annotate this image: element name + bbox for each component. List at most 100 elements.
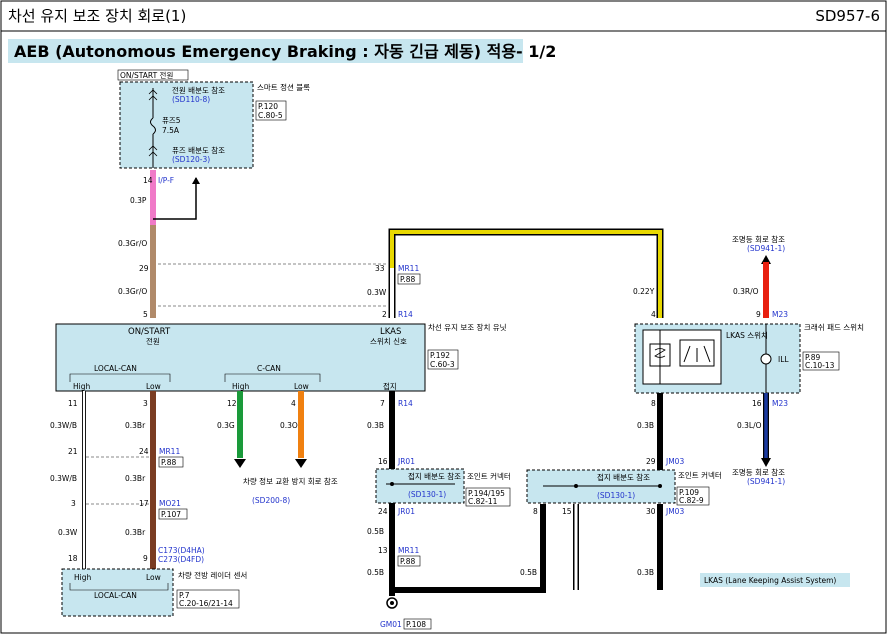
switch-unit: 크래쉬 패드 스위치 [804, 322, 864, 332]
fuse-box-mode: ON/START 전원 [120, 70, 173, 80]
unit-conn: C.60-3 [430, 360, 455, 369]
switch-name: LKAS 스위치 [726, 331, 768, 340]
jbox-right-conn: C.82-9 [679, 496, 704, 505]
ill-lamp [760, 353, 772, 365]
wire-0.3wb-1: 0.3W/B [50, 421, 77, 430]
fuse-name: 퓨즈5 [162, 116, 181, 125]
jbox-right-ref: (SD130-1) [597, 491, 635, 500]
ccan-ref: (SD200-8) [252, 496, 290, 505]
pin-14: 14 [143, 176, 153, 185]
wire-0.3gr-o-1: 0.3Gr/O [118, 239, 147, 248]
conn-r14: R14 [398, 310, 413, 319]
fuse-top-ref-label: 전원 배분도 참조 [172, 85, 225, 95]
jbox-right-name: 조인트 커넥터 [678, 470, 722, 480]
page-p108: P.108 [406, 620, 426, 629]
switch-pin29: 29 [646, 457, 656, 466]
jbox-left-name: 조인트 커넥터 [467, 471, 511, 481]
jbox-right-p15: 15 [562, 507, 572, 516]
header-title: 차선 유지 보조 장치 회로(1) [8, 7, 186, 25]
conn-gm01: GM01 [380, 620, 402, 629]
legend-text: LKAS (Lane Keeping Assist System) [704, 576, 836, 585]
unit-ground: 접지 [383, 382, 397, 391]
conn-c173: C173(D4HA) [158, 546, 205, 555]
pin-24: 24 [139, 447, 149, 456]
fuse-bottom-ref: (SD120-3) [172, 155, 210, 164]
ill-bottom-arrow [761, 458, 771, 467]
gnd-p88: P.88 [400, 557, 416, 566]
pin-24-gnd: 24 [378, 507, 388, 516]
pin-11: 11 [68, 399, 78, 408]
conn-m23b: M23 [772, 399, 788, 408]
wire-0.3br-2: 0.3Br [125, 474, 146, 483]
jbox-left-ref: (SD130-1) [408, 490, 446, 499]
pin-7: 7 [380, 399, 385, 408]
wire-0.3b-gnd: 0.3B [367, 421, 384, 430]
wire-0.3br-1: 0.3Br [125, 421, 146, 430]
unit-high: High [73, 382, 90, 391]
fuse-amp: 7.5A [162, 126, 180, 135]
wire-jbox-right-out [573, 504, 663, 590]
conn-mr11-gnd: MR11 [398, 546, 419, 555]
pin-5: 5 [143, 310, 148, 319]
pin-3b: 3 [71, 499, 76, 508]
unit-lkas: LKAS [380, 327, 401, 337]
left-p88: P.88 [161, 458, 177, 467]
ill-pin9: 9 [756, 310, 761, 319]
sensor-low: Low [146, 573, 161, 582]
fuse-box-page: P.120 [258, 102, 278, 111]
wire-0.3w-left: 0.3W [58, 528, 78, 537]
pin-17: 17 [139, 499, 149, 508]
wire-0.3br-3: 0.3Br [125, 528, 146, 537]
pin-2: 2 [382, 310, 387, 319]
wire-yellow [390, 230, 662, 318]
conn-c273: C273(D4FD) [158, 555, 204, 564]
pin-3: 3 [143, 399, 148, 408]
unit-on-start: ON/START [128, 327, 171, 337]
pin-4-ccan: 4 [291, 399, 296, 408]
ccan-ref-label: 차량 정보 교환 방지 회로 참조 [243, 476, 338, 486]
conn-jr01b: JR01 [397, 507, 415, 516]
jbox-right-p8: 8 [533, 507, 538, 516]
wire-branch-arrow [192, 177, 200, 184]
conn-mo21: MO21 [159, 499, 181, 508]
sensor-conn: C.20-16/21-14 [179, 599, 233, 608]
unit-power: 전원 [146, 336, 160, 346]
unit-low: Low [146, 382, 161, 391]
unit-high2: High [232, 382, 249, 391]
pin-18: 18 [68, 554, 78, 563]
jbox-left-node [390, 482, 394, 486]
switch-wire-0.3b-2: 0.3B [637, 568, 654, 577]
wire-yellow-outline [388, 228, 664, 318]
conn-mr11-left: MR11 [159, 447, 180, 456]
switch-ill: ILL [778, 355, 789, 364]
wire-0.3gr-o-2: 0.3Gr/O [118, 287, 147, 296]
fuse-bottom-ref-label: 퓨즈 배분도 참조 [172, 145, 225, 155]
pin-33: 33 [375, 264, 385, 273]
wire-0.22y: 0.22Y [633, 287, 655, 296]
jbox-right-label: 접지 배분도 참조 [597, 472, 650, 482]
lkas-unit-panel [55, 323, 426, 392]
fuse-top-ref: (SD110-8) [172, 95, 210, 104]
wire-0.5b-1: 0.5B [367, 527, 384, 536]
conn-ipf: I/P-F [158, 176, 174, 185]
ground-symbol-dot [390, 601, 394, 605]
wire-0.3g: 0.3G [217, 421, 235, 430]
unit-name: 차선 유지 보조 장치 유닛 [428, 322, 507, 332]
pin-4: 4 [651, 310, 656, 319]
ill-bot-ref-label: 조명등 회로 참조 [732, 467, 785, 477]
pin-9: 9 [143, 554, 148, 563]
ill-bot-ref: (SD941-1) [747, 477, 785, 486]
unit-switch-signal: 스위치 신호 [370, 337, 407, 346]
wire-0.3p: 0.3P [130, 196, 147, 205]
pin-12: 12 [227, 399, 237, 408]
conn-jm03: JM03 [665, 457, 684, 466]
jbox-right-node2 [658, 484, 662, 488]
sensor-high: High [74, 573, 91, 582]
conn-jr01: JR01 [397, 457, 415, 466]
unit-page: P.192 [430, 351, 450, 360]
conn-m23: M23 [772, 310, 788, 319]
wire-0.5b-2: 0.5B [367, 568, 384, 577]
unit-c-can: C-CAN [257, 364, 281, 373]
wiring-diagram: 차선 유지 보조 장치 회로(1) SD957-6 AEB (Autonomou… [0, 0, 887, 634]
wire-0.3wb-2: 0.3W/B [50, 474, 77, 483]
